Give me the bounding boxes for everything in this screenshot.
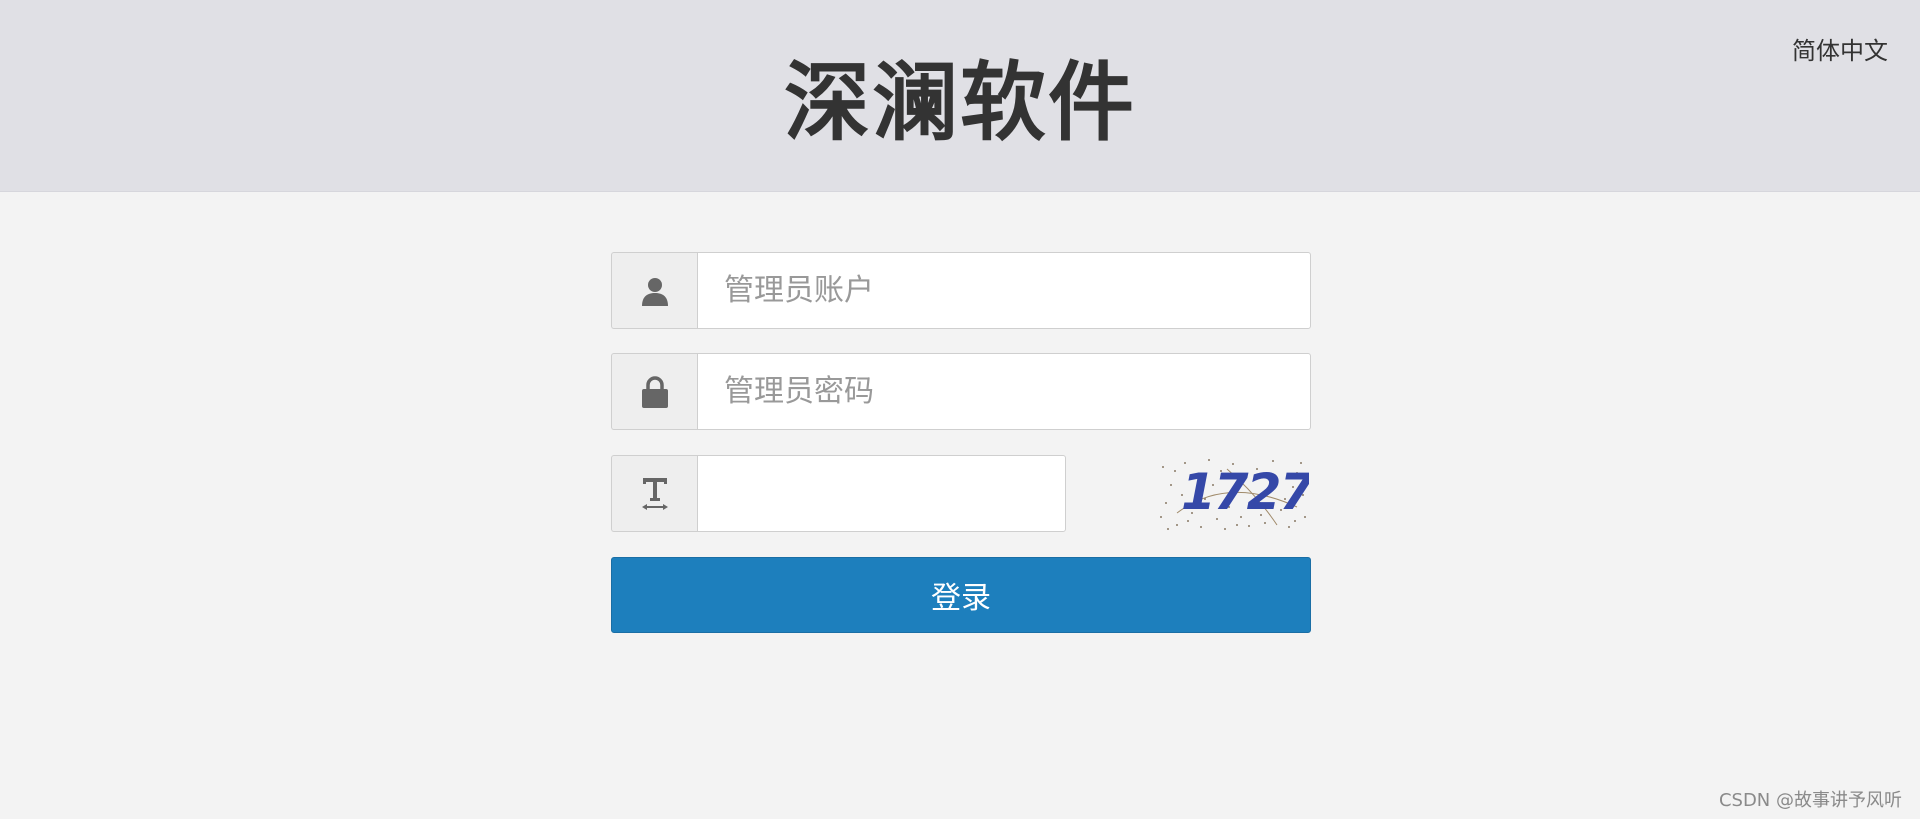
text-icon: [611, 455, 697, 532]
password-row: [611, 353, 1311, 430]
header: 深澜软件 简体中文: [0, 0, 1920, 192]
captcha-row: [611, 455, 1066, 532]
user-icon: [611, 252, 697, 329]
lock-icon: [611, 353, 697, 430]
login-button[interactable]: 登录: [611, 557, 1311, 633]
watermark: CSDN @故事讲予风听: [1718, 790, 1902, 811]
password-input[interactable]: [697, 353, 1311, 430]
captcha-input[interactable]: [697, 455, 1066, 532]
captcha-image[interactable]: 1727: [1157, 455, 1316, 532]
language-switch[interactable]: 简体中文: [1792, 36, 1888, 66]
brand-title: 深澜软件: [784, 53, 1136, 153]
captcha-text: 1727: [1181, 463, 1309, 521]
username-input[interactable]: [697, 252, 1311, 329]
username-row: [611, 252, 1311, 329]
